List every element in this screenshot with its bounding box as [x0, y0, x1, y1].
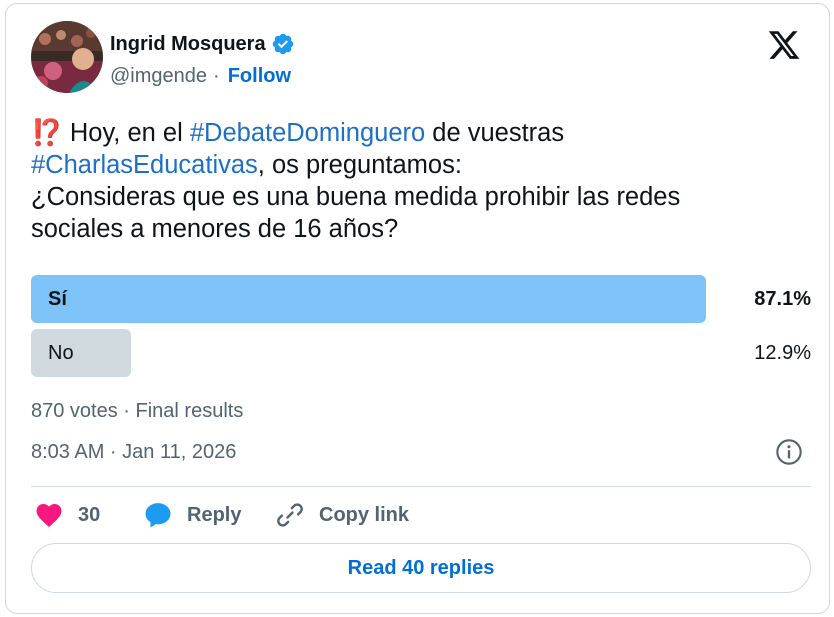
- poll-option-label: Sí: [48, 288, 67, 310]
- follow-button[interactable]: Follow: [228, 65, 291, 88]
- tweet-text-part: de vuestras: [425, 119, 565, 147]
- verified-badge-icon: [272, 33, 293, 55]
- poll-option-si: Sí 87.1%: [31, 275, 811, 323]
- hashtag-debate-dominguero[interactable]: #DebateDominguero: [190, 119, 425, 147]
- reply-label: Reply: [187, 503, 242, 526]
- tweet-timestamp[interactable]: 8:03 AM · Jan 11, 2026: [31, 441, 236, 464]
- x-logo-icon[interactable]: [767, 28, 801, 62]
- heart-icon: [36, 504, 62, 527]
- poll-summary: 870 votes · Final results: [31, 400, 244, 422]
- like-count: 30: [78, 503, 101, 526]
- read-replies-button[interactable]: Read 40 replies: [31, 543, 811, 593]
- author-handle[interactable]: @imgende: [110, 65, 207, 88]
- reply-icon: [145, 503, 171, 528]
- poll-option-percent: 87.1%: [754, 288, 811, 310]
- poll-bar-si: [31, 275, 706, 323]
- tweet-text-line: ¿Consideras que es una buena medida proh…: [31, 183, 681, 211]
- poll-option-no: No 12.9%: [31, 329, 811, 377]
- poll-option-label: No: [48, 342, 74, 364]
- link-icon: [277, 503, 303, 527]
- tweet-text-line: sociales a menores de 16 años?: [31, 215, 399, 243]
- poll-bar-no: [31, 329, 131, 377]
- avatar[interactable]: [31, 21, 103, 93]
- copy-link-label: Copy link: [319, 503, 410, 526]
- interrobang-emoji-icon: ⁉️: [31, 119, 63, 147]
- divider: [31, 486, 811, 487]
- like-button[interactable]: 30: [34, 500, 100, 530]
- tweet-text-part: , os preguntamos:: [257, 151, 462, 179]
- hashtag-charlas-educativas[interactable]: #CharlasEducativas: [31, 151, 258, 179]
- copy-link-button[interactable]: Copy link: [275, 500, 409, 530]
- poll-option-percent: 12.9%: [754, 342, 811, 364]
- tweet-text: ⁉️ Hoy, en el #DebateDominguero de vuest…: [31, 117, 811, 245]
- author-name[interactable]: Ingrid Mosquera: [110, 33, 266, 56]
- reply-button[interactable]: Reply: [143, 500, 241, 530]
- author-name-row: Ingrid Mosquera: [110, 32, 295, 56]
- author-handle-row: @imgende · Follow: [110, 65, 291, 88]
- tweet-text-part: Hoy, en el: [62, 119, 190, 147]
- tweet-card: Ingrid Mosquera @imgende · Follow ⁉️ Hoy…: [5, 3, 830, 614]
- info-icon[interactable]: [775, 438, 803, 466]
- handle-separator: ·: [213, 65, 220, 87]
